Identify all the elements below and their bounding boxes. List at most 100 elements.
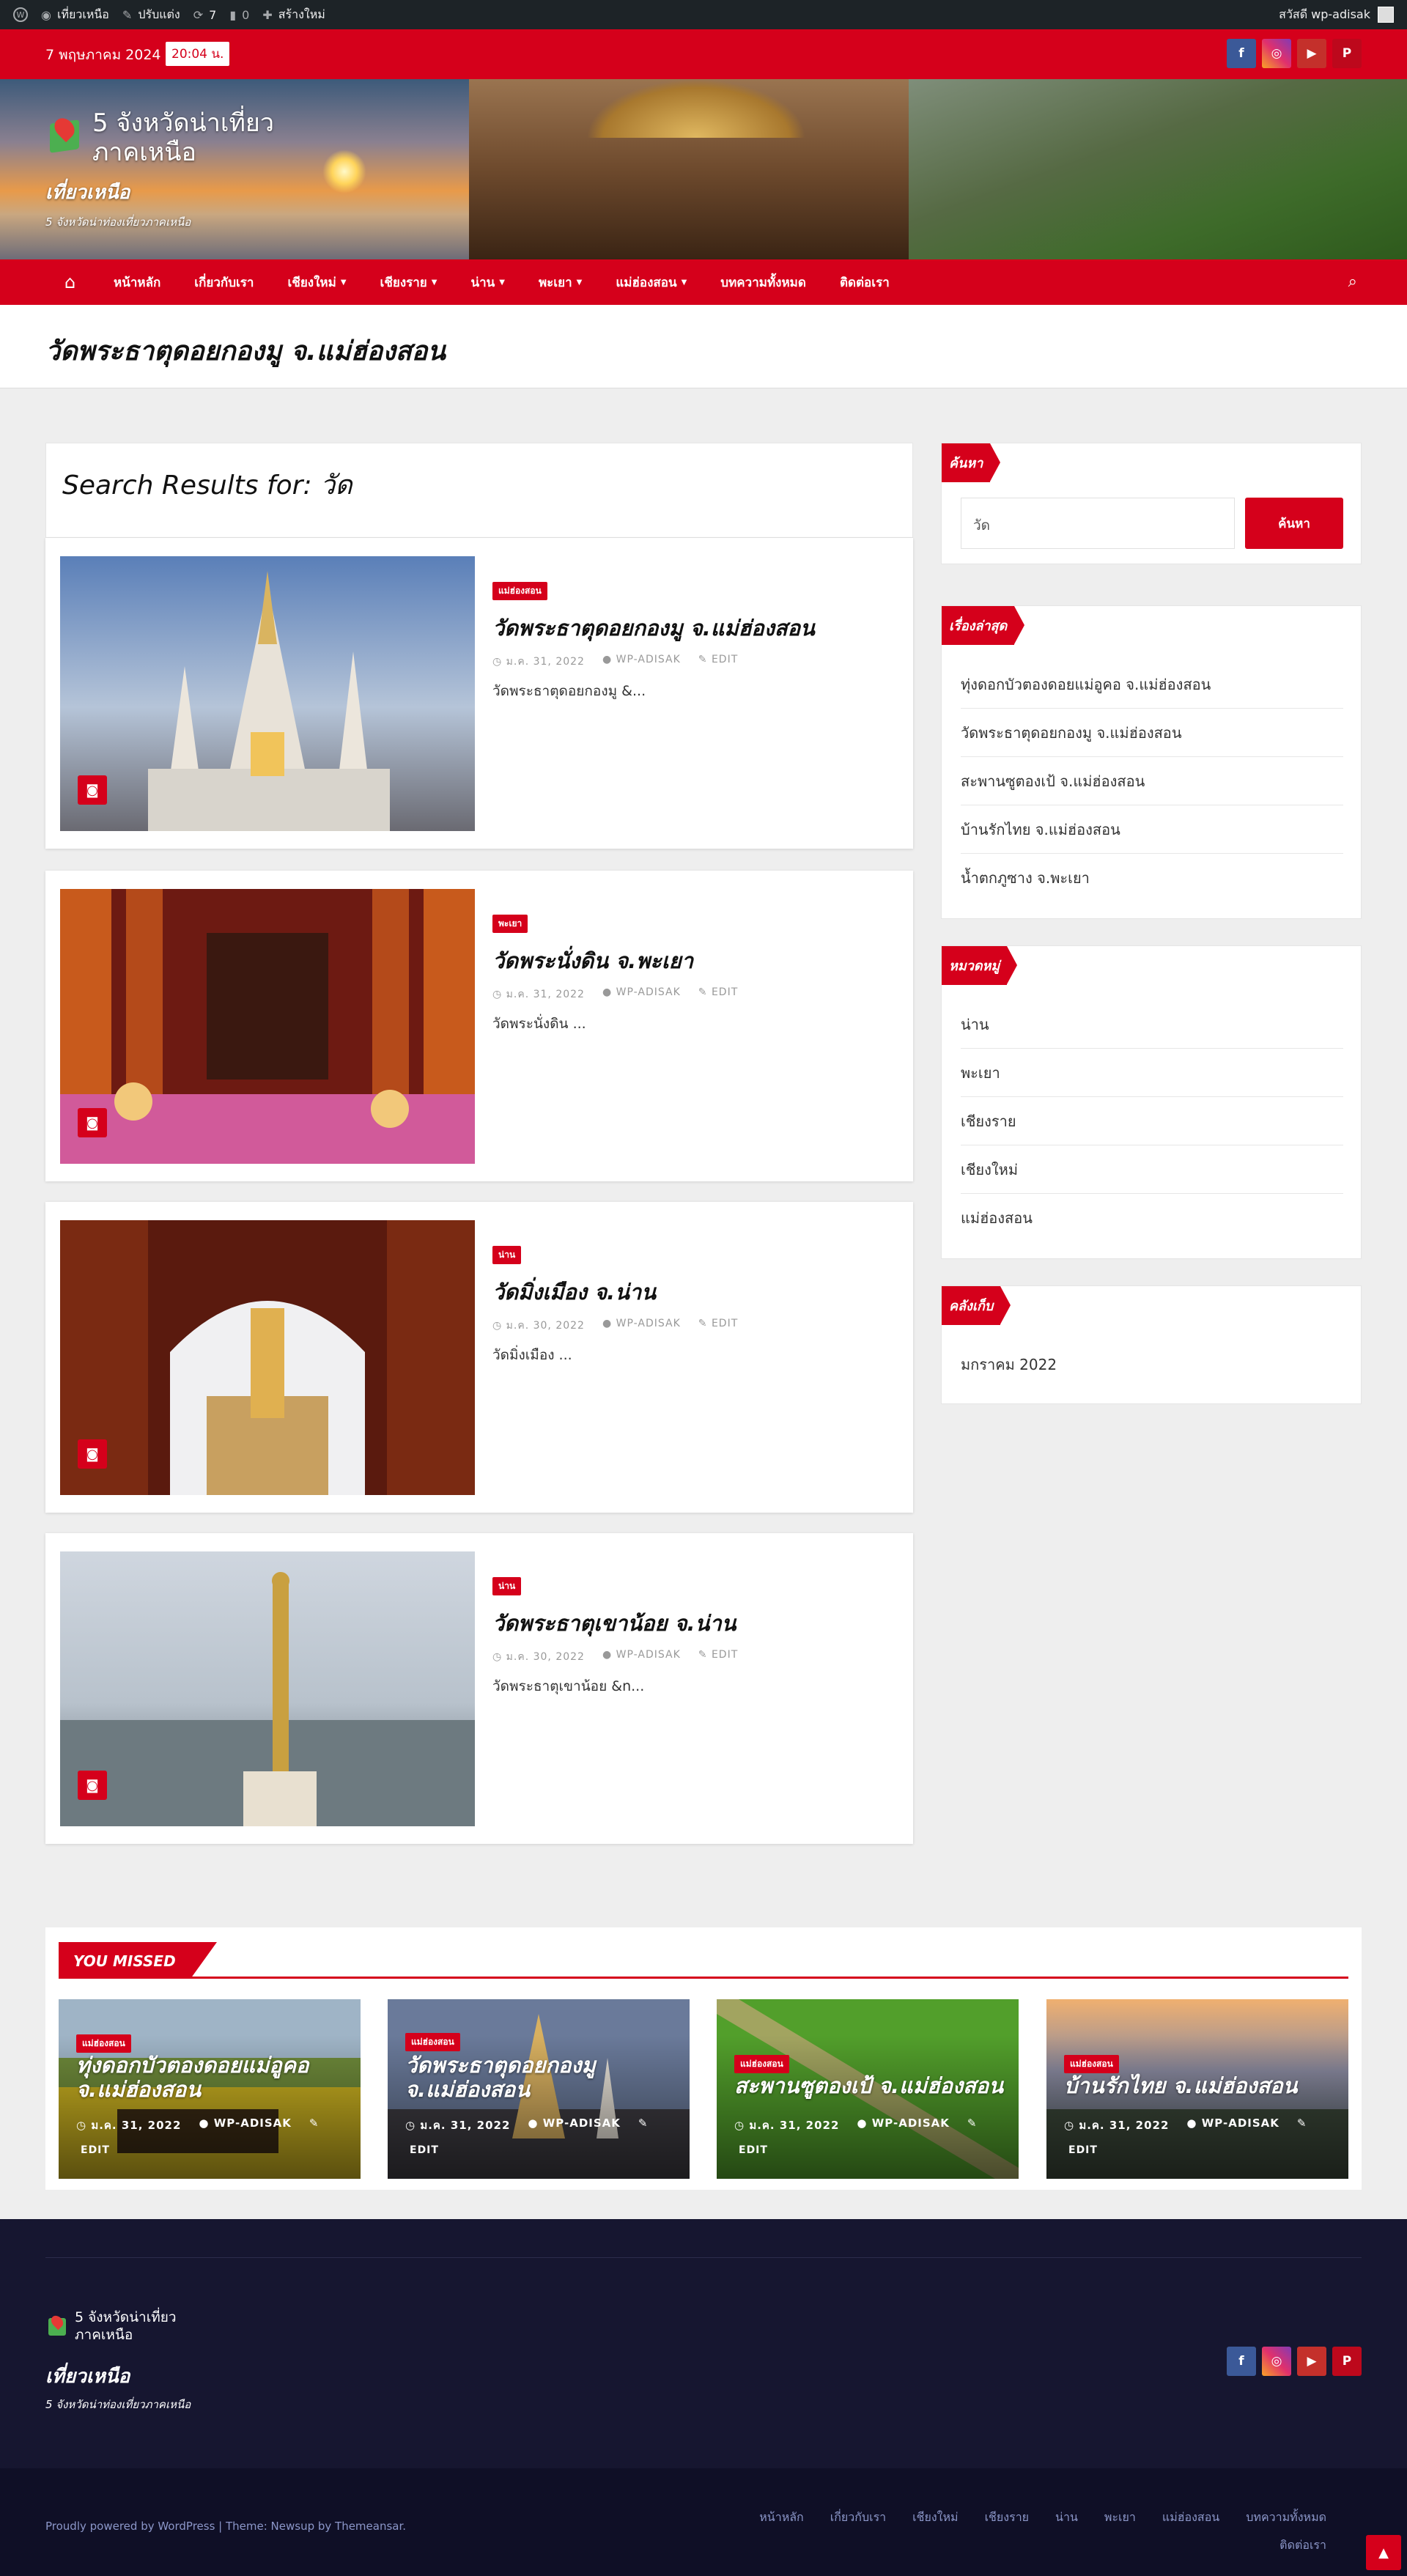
category-link[interactable]: เชียงราย bbox=[961, 1097, 1343, 1145]
nav-item[interactable]: ติดต่อเรา bbox=[823, 273, 906, 292]
footer-link[interactable]: เชียงใหม่ bbox=[899, 2503, 971, 2531]
category-badge[interactable]: แม่ฮ่องสอน bbox=[1064, 2055, 1119, 2073]
missed-title[interactable]: วัดพระธาตุดอยกองมู จ.แม่ฮ่องสอน bbox=[405, 2053, 676, 2102]
admin-updates-link[interactable]: ⟳ 7 bbox=[193, 8, 217, 22]
nav-item[interactable]: เกี่ยวกับเรา bbox=[177, 273, 270, 292]
nav-item[interactable]: เชียงราย ▼ bbox=[363, 273, 454, 292]
footer-link[interactable]: เชียงราย bbox=[972, 2503, 1042, 2531]
missed-card[interactable]: แม่ฮ่องสอน วัดพระธาตุดอยกองมู จ.แม่ฮ่องส… bbox=[388, 1999, 690, 2179]
post-title[interactable]: วัดพระธาตุเขาน้อย จ.น่าน bbox=[492, 1606, 736, 1640]
admin-new-link[interactable]: ✚ สร้างใหม่ bbox=[262, 6, 325, 24]
missed-card[interactable]: แม่ฮ่องสอน บ้านรักไทย จ.แม่ฮ่องสอน ◷ ม.ค… bbox=[1046, 1999, 1348, 2179]
nav-item[interactable]: น่าน ▼ bbox=[454, 273, 522, 292]
category-badge[interactable]: แม่ฮ่องสอน bbox=[492, 582, 547, 600]
category-link[interactable]: แม่ฮ่องสอน bbox=[961, 1194, 1343, 1242]
admin-site-link[interactable]: ◉ เที่ยวเหนือ bbox=[41, 6, 109, 24]
edit-link[interactable]: EDIT bbox=[739, 2144, 768, 2156]
footer-link[interactable]: พะเยา bbox=[1091, 2503, 1149, 2531]
instagram-icon[interactable]: ◎ bbox=[1262, 39, 1291, 68]
category-badge[interactable]: แม่ฮ่องสอน bbox=[76, 2034, 131, 2053]
post-edit-link[interactable]: ✎ EDIT bbox=[698, 986, 739, 1003]
site-name[interactable]: 5 จังหวัดน่าเที่ยว ภาคเหนือ bbox=[92, 108, 274, 167]
facebook-icon[interactable]: f bbox=[1227, 39, 1256, 68]
category-badge[interactable]: แม่ฮ่องสอน bbox=[734, 2055, 789, 2073]
post-edit-link[interactable]: ✎ EDIT bbox=[698, 1649, 739, 1665]
footer-link[interactable]: เกี่ยวกับเรา bbox=[817, 2503, 899, 2531]
categories-list: น่าน พะเยา เชียงราย เชียงใหม่ แม่ฮ่องสอน bbox=[961, 1000, 1343, 1242]
category-badge[interactable]: แม่ฮ่องสอน bbox=[405, 2033, 460, 2051]
category-link[interactable]: น่าน bbox=[961, 1000, 1343, 1049]
instagram-icon[interactable]: ◎ bbox=[1262, 2347, 1291, 2376]
post-author[interactable]: ● WP-ADISAK bbox=[602, 1318, 681, 1334]
edit-link[interactable]: EDIT bbox=[1068, 2144, 1098, 2156]
youtube-icon[interactable]: ▶ bbox=[1297, 2347, 1326, 2376]
footer-link[interactable]: บทความทั้งหมด bbox=[1233, 2503, 1340, 2531]
pinterest-icon[interactable]: P bbox=[1332, 39, 1362, 68]
post-thumbnail[interactable]: ◙ bbox=[60, 1551, 475, 1826]
nav-item[interactable]: เชียงใหม่ ▼ bbox=[270, 273, 363, 292]
footer-site-title[interactable]: เที่ยวเหนือ bbox=[45, 2361, 191, 2391]
recent-post-link[interactable]: ทุ่งดอกบัวตองดอยแม่อูคอ จ.แม่ฮ่องสอน bbox=[961, 660, 1343, 709]
footer-site-name[interactable]: 5 จังหวัดน่าเที่ยว ภาคเหนือ bbox=[75, 2309, 177, 2344]
recent-post-link[interactable]: สะพานซูตองเป้ จ.แม่ฮ่องสอน bbox=[961, 757, 1343, 805]
post-date[interactable]: ◷ ม.ค. 31, 2022 bbox=[492, 986, 585, 1003]
post-thumbnail[interactable]: ◙ bbox=[60, 1220, 475, 1495]
recent-post-link[interactable]: บ้านรักไทย จ.แม่ฮ่องสอน bbox=[961, 805, 1343, 854]
pinterest-icon[interactable]: P bbox=[1332, 2347, 1362, 2376]
category-badge[interactable]: น่าน bbox=[492, 1246, 522, 1264]
archive-link[interactable]: มกราคม 2022 bbox=[961, 1340, 1343, 1389]
post-title[interactable]: วัดพระธาตุดอยกองมู จ.แม่ฮ่องสอน bbox=[492, 611, 815, 645]
nav-item[interactable]: พะเยา ▼ bbox=[522, 273, 599, 292]
post-author[interactable]: ● WP-ADISAK bbox=[602, 1649, 681, 1665]
post-author[interactable]: ● WP-ADISAK bbox=[602, 986, 681, 1003]
category-link[interactable]: เชียงใหม่ bbox=[961, 1145, 1343, 1194]
admin-customize-link[interactable]: ✎ ปรับแต่ง bbox=[122, 6, 180, 24]
edit-icon[interactable]: ✎ bbox=[309, 2116, 320, 2134]
admin-comments-link[interactable]: ▮ 0 bbox=[229, 8, 249, 22]
missed-title[interactable]: บ้านรักไทย จ.แม่ฮ่องสอน bbox=[1064, 2074, 1335, 2098]
missed-title[interactable]: ทุ่งดอกบัวตองดอยแม่อูคอ จ.แม่ฮ่องสอน bbox=[76, 2053, 347, 2102]
nav-item[interactable]: แม่ฮ่องสอน ▼ bbox=[599, 273, 704, 292]
post-author[interactable]: ● WP-ADISAK bbox=[602, 654, 681, 670]
category-badge[interactable]: น่าน bbox=[492, 1577, 522, 1595]
post-title[interactable]: วัดมิ่งเมือง จ.น่าน bbox=[492, 1275, 656, 1309]
edit-icon[interactable]: ✎ bbox=[1297, 2116, 1307, 2134]
post-thumbnail[interactable]: ◙ bbox=[60, 556, 475, 831]
recent-post-link[interactable]: วัดพระธาตุดอยกองมู จ.แม่ฮ่องสอน bbox=[961, 709, 1343, 757]
edit-link[interactable]: EDIT bbox=[410, 2144, 439, 2156]
search-icon[interactable]: ⌕ bbox=[1348, 273, 1357, 291]
footer-link[interactable]: แม่ฮ่องสอน bbox=[1149, 2503, 1233, 2531]
post-date[interactable]: ◷ ม.ค. 30, 2022 bbox=[492, 1649, 585, 1665]
post-title[interactable]: วัดพระนั่งดิน จ.พะเยา bbox=[492, 944, 693, 978]
footer-link[interactable]: ติดต่อเรา bbox=[1266, 2531, 1340, 2559]
search-input[interactable]: วัด bbox=[961, 498, 1235, 549]
admin-account[interactable]: สวัสดี wp-adisak bbox=[1279, 0, 1394, 29]
footer-branding[interactable]: 5 จังหวัดน่าเที่ยว ภาคเหนือ เที่ยวเหนือ … bbox=[45, 2309, 191, 2413]
edit-link[interactable]: EDIT bbox=[81, 2144, 110, 2156]
edit-icon[interactable]: ✎ bbox=[967, 2116, 978, 2134]
site-title[interactable]: เที่ยวเหนือ bbox=[45, 177, 274, 207]
recent-post-link[interactable]: น้ำตกภูซาง จ.พะเยา bbox=[961, 854, 1343, 902]
youtube-icon[interactable]: ▶ bbox=[1297, 39, 1326, 68]
footer-link[interactable]: น่าน bbox=[1042, 2503, 1091, 2531]
post-date[interactable]: ◷ ม.ค. 30, 2022 bbox=[492, 1318, 585, 1334]
home-icon[interactable]: ⌂ bbox=[64, 272, 86, 292]
missed-card[interactable]: แม่ฮ่องสอน ทุ่งดอกบัวตองดอยแม่อูคอ จ.แม่… bbox=[59, 1999, 361, 2179]
missed-title[interactable]: สะพานซูตองเป้ จ.แม่ฮ่องสอน bbox=[734, 2074, 1005, 2098]
category-link[interactable]: พะเยา bbox=[961, 1049, 1343, 1097]
post-edit-link[interactable]: ✎ EDIT bbox=[698, 654, 739, 670]
footer-link[interactable]: หน้าหลัก bbox=[746, 2503, 817, 2531]
search-button[interactable]: ค้นหา bbox=[1245, 498, 1343, 549]
missed-card[interactable]: แม่ฮ่องสอน สะพานซูตองเป้ จ.แม่ฮ่องสอน ◷ … bbox=[717, 1999, 1019, 2179]
category-badge[interactable]: พะเยา bbox=[492, 915, 528, 933]
facebook-icon[interactable]: f bbox=[1227, 2347, 1256, 2376]
site-branding[interactable]: 5 จังหวัดน่าเที่ยว ภาคเหนือ เที่ยวเหนือ … bbox=[45, 108, 274, 231]
post-edit-link[interactable]: ✎ EDIT bbox=[698, 1318, 739, 1334]
nav-item[interactable]: หน้าหลัก bbox=[97, 273, 177, 292]
post-thumbnail[interactable]: ◙ bbox=[60, 889, 475, 1164]
wordpress-logo-icon[interactable]: W bbox=[13, 7, 28, 22]
back-to-top-button[interactable]: ▲ bbox=[1366, 2535, 1401, 2570]
post-date[interactable]: ◷ ม.ค. 31, 2022 bbox=[492, 654, 585, 670]
nav-item[interactable]: บทความทั้งหมด bbox=[704, 273, 823, 292]
edit-icon[interactable]: ✎ bbox=[638, 2116, 649, 2134]
